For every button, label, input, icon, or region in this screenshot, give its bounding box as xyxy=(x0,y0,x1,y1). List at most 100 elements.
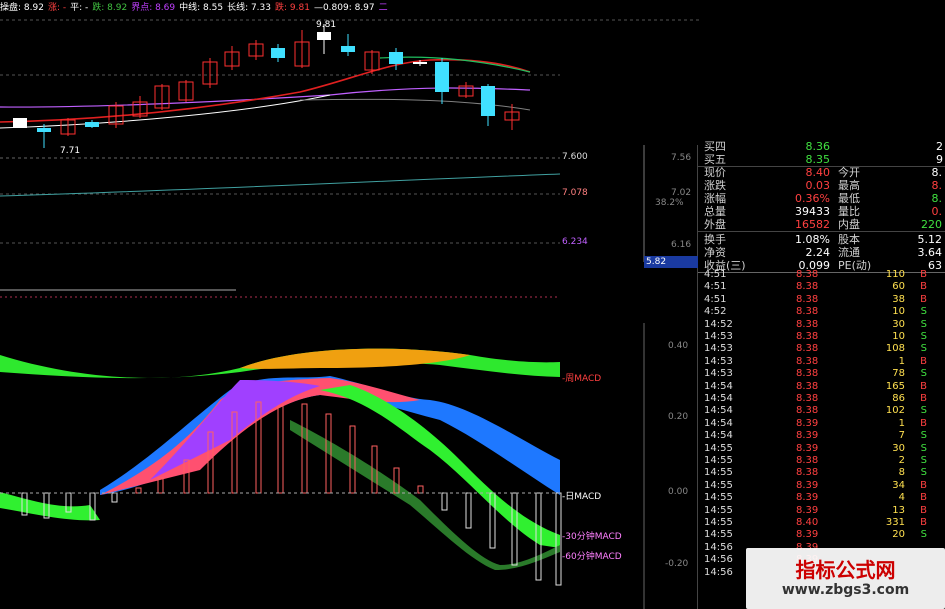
watermark: 指标公式网 www.zbgs3.com xyxy=(746,548,945,609)
candle-body xyxy=(85,122,99,127)
tick-price: 8.38 xyxy=(796,269,819,280)
tick-volume: 1 xyxy=(898,417,905,429)
quote-row: 涨幅 0.36% 最低 8. xyxy=(698,192,945,205)
tick-row[interactable]: 4:51 8.38 110 B xyxy=(698,269,945,281)
tick-row[interactable]: 14:53 8.38 10 S xyxy=(698,331,945,343)
tick-row[interactable]: 4:52 8.38 10 S xyxy=(698,306,945,318)
tick-row[interactable]: 14:54 8.38 86 B xyxy=(698,393,945,405)
tick-row[interactable]: 14:55 8.40 331 B xyxy=(698,517,945,529)
quote-label: 内盘 xyxy=(838,218,860,231)
tick-time: 14:56 xyxy=(704,566,733,578)
tick-side: S xyxy=(920,306,927,318)
tick-row[interactable]: 14:53 8.38 108 S xyxy=(698,343,945,355)
quote-row: 换手 1.08% 股本 5.12 xyxy=(698,233,945,246)
ruler-label: 38.2% xyxy=(655,198,684,208)
tick-time: 14:54 xyxy=(704,430,733,442)
tick-side: B xyxy=(920,269,927,280)
tick-volume: 38 xyxy=(892,293,905,305)
candlestick-series[interactable] xyxy=(13,24,520,148)
tick-side: S xyxy=(920,442,927,454)
chart-canvas[interactable] xyxy=(0,0,700,609)
quote-row: 总量 39433 量比 0. xyxy=(698,205,945,218)
quote-row: 现价 8.40 今开 8. xyxy=(698,166,945,179)
quote-value: 16582 xyxy=(795,218,830,231)
quote-label: 净资 xyxy=(704,246,726,259)
tick-volume: 20 xyxy=(892,529,905,541)
quote-value: 1.08% xyxy=(795,233,830,246)
tick-row[interactable]: 4:51 8.38 60 B xyxy=(698,281,945,293)
tick-time: 14:52 xyxy=(704,318,733,330)
tick-time: 14:54 xyxy=(704,405,733,417)
min30-macd-label: -30分钟MACD xyxy=(562,532,622,542)
macd-bar xyxy=(511,492,518,566)
quote-divider xyxy=(698,231,945,232)
tick-side: S xyxy=(920,455,927,466)
daily-macd-label: -日MACD xyxy=(562,492,602,502)
tick-volume: 4 xyxy=(898,492,905,504)
tick-volume: 10 xyxy=(892,306,905,318)
tick-row[interactable]: 14:55 8.39 20 S xyxy=(698,529,945,541)
trend-line-teal xyxy=(0,173,561,197)
quote-label: 涨幅 xyxy=(704,192,726,205)
macd-bar xyxy=(301,403,308,494)
tick-price: 8.38 xyxy=(796,467,819,479)
tick-volume: 165 xyxy=(885,380,905,392)
tick-time: 14:55 xyxy=(704,492,733,504)
tick-row[interactable]: 14:54 8.39 7 S xyxy=(698,430,945,442)
tick-time: 14:55 xyxy=(704,504,733,516)
quote-label: 买五 xyxy=(704,153,726,166)
tick-price: 8.38 xyxy=(796,281,819,293)
tick-row[interactable]: 14:53 8.38 78 S xyxy=(698,368,945,380)
tick-price: 8.39 xyxy=(796,479,819,491)
macd-bar xyxy=(111,492,118,503)
price-cursor-box: 5.82 xyxy=(644,256,700,268)
tick-row[interactable]: 14:54 8.39 1 B xyxy=(698,418,945,430)
quote-value: 8.35 xyxy=(805,153,831,166)
tick-price: 8.39 xyxy=(796,504,819,516)
tick-side: B xyxy=(920,281,927,293)
tick-row[interactable]: 14:54 8.38 102 S xyxy=(698,405,945,417)
tick-row[interactable]: 14:55 8.38 8 S xyxy=(698,467,945,479)
tick-price: 8.38 xyxy=(796,355,819,367)
tick-side: B xyxy=(920,417,927,429)
tick-row[interactable]: 14:55 8.39 34 B xyxy=(698,480,945,492)
ma-line-gray xyxy=(299,98,531,111)
tick-row[interactable]: 14:55 8.38 2 S xyxy=(698,455,945,467)
tick-volume: 13 xyxy=(892,504,905,516)
tick-row[interactable]: 14:52 8.38 30 S xyxy=(698,319,945,331)
quote-label: 股本 xyxy=(838,233,860,246)
tick-volume: 108 xyxy=(885,343,905,355)
tick-side: B xyxy=(920,355,927,367)
tick-row[interactable]: 4:51 8.38 38 B xyxy=(698,294,945,306)
tick-side: B xyxy=(920,479,927,491)
quote-row: 外盘 16582 内盘 220 xyxy=(698,218,945,231)
tick-price: 8.38 xyxy=(796,343,819,355)
quote-value: 0.03 xyxy=(805,179,831,192)
tick-row[interactable]: 14:54 8.38 165 B xyxy=(698,381,945,393)
tick-volume: 102 xyxy=(885,405,905,417)
tick-row[interactable]: 14:55 8.39 30 S xyxy=(698,443,945,455)
quote-label: 买四 xyxy=(704,140,726,153)
tick-time: 14:56 xyxy=(704,554,733,566)
weekly-macd-band-orange xyxy=(240,348,470,369)
quote-value: 8.40 xyxy=(805,166,831,179)
quote-label: 今开 xyxy=(838,166,860,179)
tick-side: B xyxy=(920,293,927,305)
quote-label: 最高 xyxy=(838,179,860,192)
tick-volume: 30 xyxy=(892,442,905,454)
tick-volume: 2 xyxy=(898,455,905,466)
tick-row[interactable]: 14:55 8.39 4 B xyxy=(698,492,945,504)
ma-line-red xyxy=(0,58,531,123)
tick-side: B xyxy=(920,517,927,528)
candle-body xyxy=(271,48,285,58)
tick-volume: 34 xyxy=(892,479,905,491)
tick-side: S xyxy=(920,368,927,380)
tick-row[interactable]: 14:53 8.38 1 B xyxy=(698,356,945,368)
tick-row[interactable]: 14:55 8.39 13 B xyxy=(698,505,945,517)
macd-axis-tick: -0.20 xyxy=(665,559,689,569)
macd-ribbons xyxy=(0,348,560,570)
tick-volume: 331 xyxy=(885,517,905,528)
tick-volume: 110 xyxy=(885,269,905,280)
candle-body xyxy=(341,46,355,52)
tick-volume: 60 xyxy=(892,281,905,293)
